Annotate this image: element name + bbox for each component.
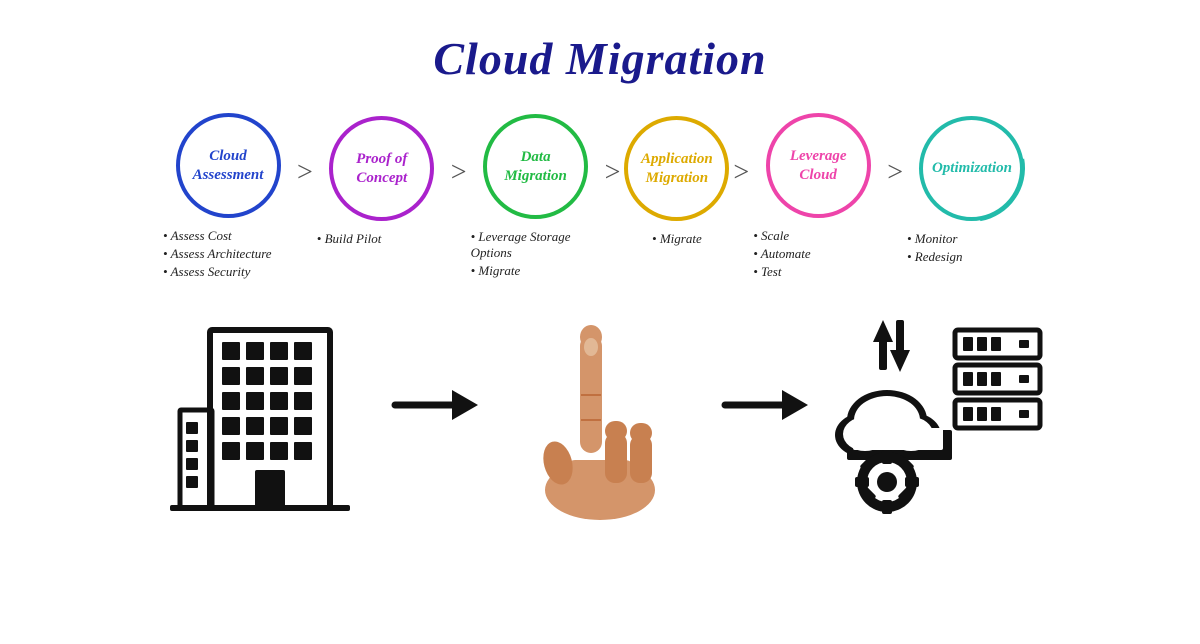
bullet-assess-security: Assess Security [163, 264, 293, 280]
cloud-server-icon [825, 310, 1055, 520]
circle-unit-application-migration: ApplicationMigration Migrate [624, 116, 729, 279]
chevron-5: > [887, 159, 903, 187]
chevron-2: > [451, 159, 467, 187]
hand-icon-area [490, 305, 710, 525]
bullet-scale: Scale [753, 228, 883, 244]
circle-optimization: Optimization [919, 116, 1024, 221]
circle-unit-proof-of-concept: Proof ofConcept Build Pilot [317, 116, 447, 279]
page-title: Cloud Migration [0, 0, 1200, 85]
circles-row: CloudAssessment Assess Cost Assess Archi… [0, 113, 1200, 282]
circle-unit-data-migration: DataMigration Leverage Storage Options M… [471, 114, 601, 281]
circle-cloud-assessment: CloudAssessment [176, 113, 281, 218]
bullets-cloud-assessment: Assess Cost Assess Architecture Assess S… [163, 228, 293, 282]
circle-application-migration: ApplicationMigration [624, 116, 729, 221]
circle-unit-optimization: Optimization Monitor Redesign [907, 116, 1037, 279]
chevron-1: > [297, 159, 313, 187]
chevron-3: > [605, 159, 621, 187]
circle-proof-of-concept: Proof ofConcept [329, 116, 434, 221]
cloud-server-icon-area [820, 310, 1060, 520]
bullet-test: Test [753, 264, 883, 280]
bullets-leverage-cloud: Scale Automate Test [753, 228, 883, 282]
arrow-1 [390, 380, 480, 450]
hand-icon [510, 305, 690, 525]
building-icon-area [140, 310, 380, 520]
arrow-2 [720, 380, 810, 450]
bullet-redesign: Redesign [907, 249, 1037, 265]
bullet-migrate-app: Migrate [624, 231, 729, 247]
bullets-data-migration: Leverage Storage Options Migrate [471, 229, 601, 281]
circle-leverage-cloud: LeverageCloud [766, 113, 871, 218]
building-icon [160, 310, 360, 520]
bottom-row [0, 300, 1200, 530]
circle-unit-cloud-assessment: CloudAssessment Assess Cost Assess Archi… [163, 113, 293, 282]
bullet-leverage-storage: Leverage Storage Options [471, 229, 601, 261]
bullet-automate: Automate [753, 246, 883, 262]
bullet-build-pilot: Build Pilot [317, 231, 447, 247]
bullets-optimization: Monitor Redesign [907, 231, 1037, 279]
circle-unit-leverage-cloud: LeverageCloud Scale Automate Test [753, 113, 883, 282]
bullets-proof-of-concept: Build Pilot [317, 231, 447, 279]
circle-data-migration: DataMigration [483, 114, 588, 219]
bullet-monitor: Monitor [907, 231, 1037, 247]
bullets-application-migration: Migrate [624, 231, 729, 279]
bullet-assess-architecture: Assess Architecture [163, 246, 293, 262]
bullet-assess-cost: Assess Cost [163, 228, 293, 244]
chevron-4: > [733, 159, 749, 187]
bullet-migrate-data: Migrate [471, 263, 601, 279]
